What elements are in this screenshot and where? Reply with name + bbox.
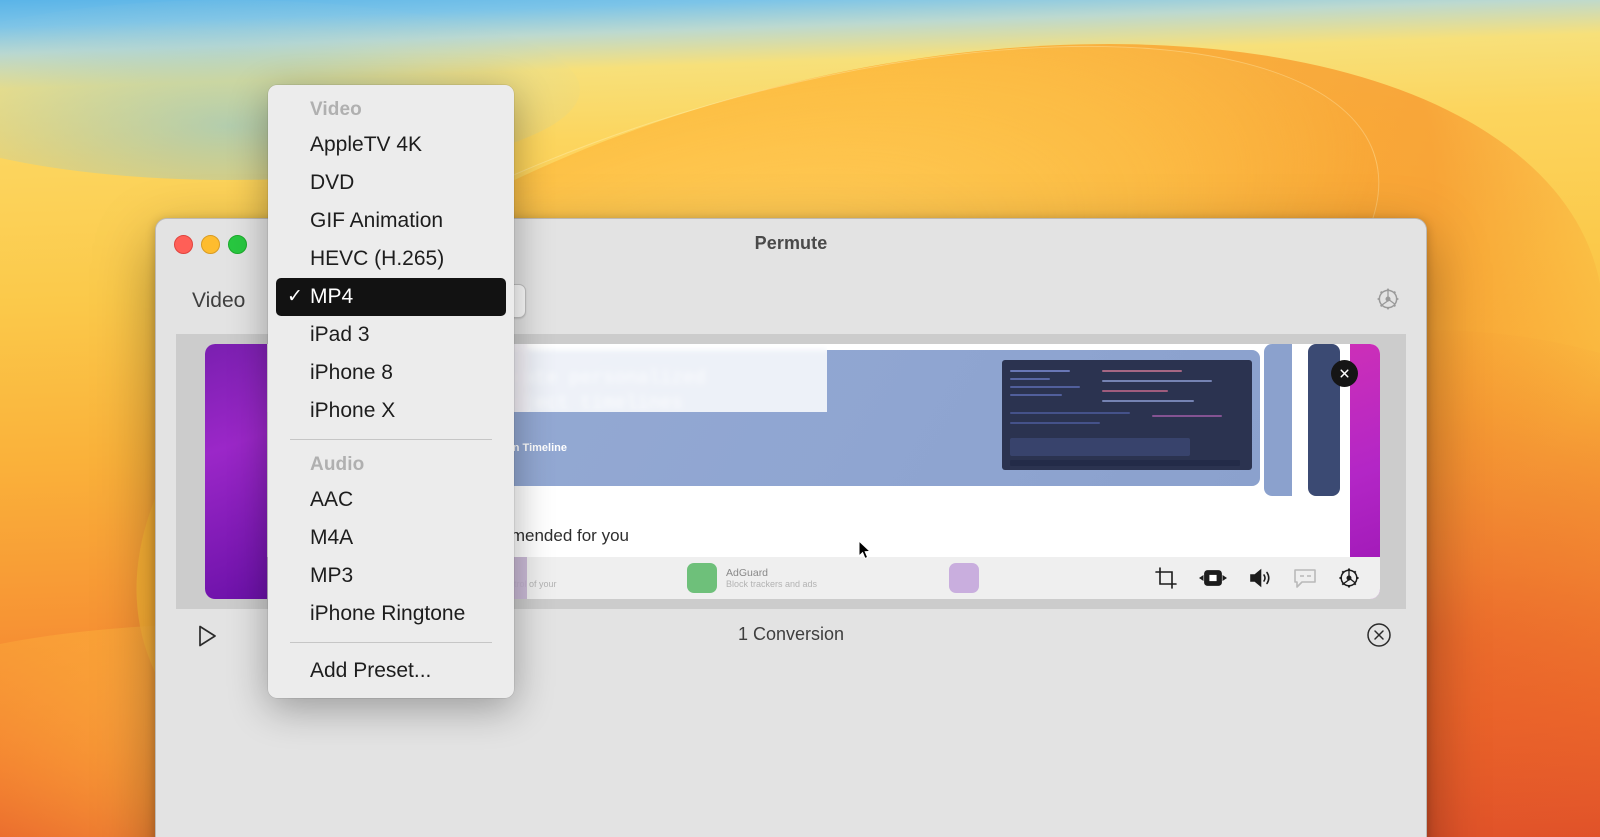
- menu-item-dvd[interactable]: DVD: [268, 164, 514, 202]
- menu-item-appletv-4k[interactable]: AppleTV 4K: [268, 126, 514, 164]
- preview-recommended-app: AdGuard Block trackers and ads: [687, 563, 937, 593]
- subtitle-icon[interactable]: [1292, 567, 1318, 589]
- menu-item-mp3[interactable]: MP3: [268, 557, 514, 595]
- mouse-cursor: [858, 539, 872, 565]
- menu-item-hevc[interactable]: HEVC (H.265): [268, 240, 514, 278]
- preview-strip-blue: [1264, 344, 1292, 496]
- menu-item-aac[interactable]: AAC: [268, 481, 514, 519]
- menu-item-iphone-x[interactable]: iPhone X: [268, 392, 514, 430]
- file-tools: [1154, 565, 1362, 591]
- menu-separator: [290, 439, 492, 440]
- menu-item-iphone-8[interactable]: iPhone 8: [268, 354, 514, 392]
- menu-item-m4a[interactable]: M4A: [268, 519, 514, 557]
- volume-icon[interactable]: [1248, 566, 1274, 590]
- preview-app-name: AdGuard: [726, 567, 769, 579]
- menu-item-iphone-ringtone[interactable]: iPhone Ringtone: [268, 595, 514, 633]
- file-thumbnail-left: [205, 344, 267, 599]
- preview-hero-screenshot: [1002, 360, 1252, 470]
- menu-item-add-preset[interactable]: Add Preset...: [268, 652, 514, 690]
- menu-item-gif-animation[interactable]: GIF Animation: [268, 202, 514, 240]
- checkmark-icon: ✓: [287, 286, 303, 307]
- menu-item-ipad-3[interactable]: iPad 3: [268, 316, 514, 354]
- menu-item-mp4[interactable]: ✓ MP4: [276, 278, 506, 316]
- menu-section-header-audio: Audio: [310, 454, 365, 475]
- desktop-background: Permute Video Aeon Timeline Recommended …: [0, 0, 1600, 837]
- menu-section-header-video: Video: [310, 99, 362, 120]
- clear-all-button[interactable]: [1365, 621, 1393, 649]
- adguard-icon: [687, 563, 717, 593]
- app-icon: [949, 563, 979, 593]
- preview-app-desc: Block trackers and ads: [726, 579, 818, 589]
- crop-icon[interactable]: [1154, 566, 1178, 590]
- gear-icon[interactable]: [1336, 565, 1362, 591]
- format-label: Video: [192, 289, 246, 312]
- preset-dropdown-menu[interactable]: Video AppleTV 4K DVD GIF Animation HEVC …: [268, 85, 514, 698]
- remove-file-button[interactable]: [1331, 360, 1358, 387]
- trim-icon[interactable]: [1196, 566, 1230, 590]
- menu-item-mp4-label: MP4: [310, 285, 354, 308]
- menu-separator: [290, 642, 492, 643]
- gear-icon[interactable]: [1374, 285, 1402, 313]
